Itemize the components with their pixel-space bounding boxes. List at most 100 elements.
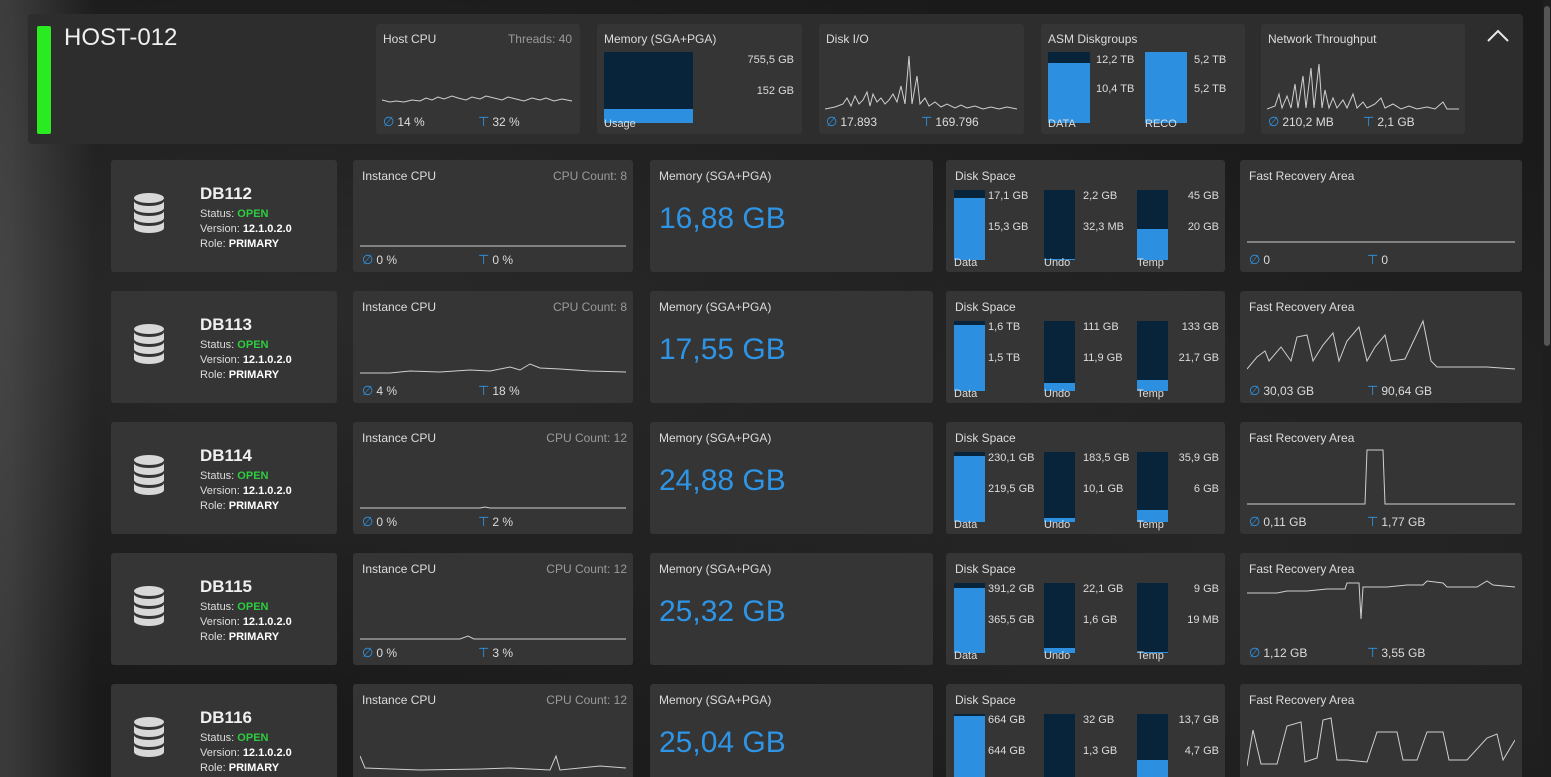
db-role: Role: PRIMARY xyxy=(200,238,280,250)
disk-undo-bar xyxy=(1044,190,1075,260)
db-memory-card[interactable]: Memory (SGA+PGA) 24,88 GB xyxy=(650,422,933,534)
disk-space-card[interactable]: Disk Space 17,1 GB 15,3 GB Data 2,2 GB 3… xyxy=(946,160,1225,272)
instance-cpu-card[interactable]: Instance CPU CPU Count: 8 ∅ 4 % ⊤ 18 % xyxy=(353,291,633,403)
asm-reco-total: 5,2 TB xyxy=(1194,54,1227,66)
card-title: Fast Recovery Area xyxy=(1249,693,1355,707)
cpu-count: CPU Count: 12 xyxy=(546,562,627,576)
fast-recovery-area-card[interactable]: Fast Recovery Area ∅ 0 ⊤ 0 xyxy=(1240,160,1522,272)
card-title: Fast Recovery Area xyxy=(1249,169,1355,183)
db-info-card[interactable]: DB116 Status: OPEN Version: 12.1.0.2.0 R… xyxy=(111,684,337,777)
disk-temp-used: 21,7 GB xyxy=(1178,352,1219,364)
disk-data-used: 365,5 GB xyxy=(988,614,1035,626)
db-info-card[interactable]: DB112 Status: OPEN Version: 12.1.0.2.0 R… xyxy=(111,160,337,272)
max-icon: ⊤ xyxy=(478,645,490,660)
disk-space-card[interactable]: Disk Space 391,2 GB 365,5 GB Data 22,1 G… xyxy=(946,553,1225,665)
disk-space-card[interactable]: Disk Space 230,1 GB 219,5 GB Data 183,5 … xyxy=(946,422,1225,534)
collapse-button[interactable] xyxy=(1483,24,1513,48)
fra-sparkline xyxy=(1247,449,1515,505)
fra-sparkline xyxy=(1247,580,1515,620)
asm-reco-bar-fill xyxy=(1145,52,1187,123)
db-memory-card[interactable]: Memory (SGA+PGA) 25,32 GB xyxy=(650,553,933,665)
disk-undo-label: Undo xyxy=(1044,519,1071,531)
disk-temp-total: 45 GB xyxy=(1187,190,1219,202)
fast-recovery-area-card[interactable]: Fast Recovery Area ∅ 1,12 GB ⊤ 3,55 GB xyxy=(1240,553,1522,665)
host-memory-bar xyxy=(604,52,693,123)
disk-io-avg: ∅ 17.893 xyxy=(826,114,878,129)
average-icon: ∅ xyxy=(362,645,374,660)
instance-cpu-card[interactable]: Instance CPU CPU Count: 8 ∅ 0 % ⊤ 0 % xyxy=(353,160,633,272)
disk-data-total: 664 GB xyxy=(988,714,1026,726)
asm-data-used: 10,4 TB xyxy=(1096,83,1135,95)
fra-sparkline xyxy=(1247,717,1515,767)
db-info-card[interactable]: DB115 Status: OPEN Version: 12.1.0.2.0 R… xyxy=(111,553,337,665)
asm-data-total: 12,2 TB xyxy=(1096,54,1135,66)
host-memory-card[interactable]: Memory (SGA+PGA) 755,5 GB 152 GB Usage xyxy=(597,24,802,134)
disk-temp-used: 19 MB xyxy=(1187,614,1219,626)
memory-value: 24,88 GB xyxy=(659,464,786,497)
db-info-card[interactable]: DB114 Status: OPEN Version: 12.1.0.2.0 R… xyxy=(111,422,337,534)
network-throughput-card[interactable]: Network Throughput ∅ 210,2 MB ⊤ 2,1 GB xyxy=(1261,24,1465,134)
host-disk-io-card[interactable]: Disk I/O ∅ 17.893 ⊤ 169.796 xyxy=(819,24,1024,134)
fast-recovery-area-card[interactable]: Fast Recovery Area ∅ ⊤ xyxy=(1240,684,1522,777)
disk-temp-bar xyxy=(1137,714,1168,777)
db-role: Role: PRIMARY xyxy=(200,762,280,774)
disk-temp-total: 9 GB xyxy=(1193,583,1219,595)
max-icon: ⊤ xyxy=(1367,252,1379,267)
scrollbar-thumb[interactable] xyxy=(1544,6,1550,346)
db-memory-card[interactable]: Memory (SGA+PGA) 17,55 GB xyxy=(650,291,933,403)
disk-temp-label: Temp xyxy=(1137,519,1164,531)
max-icon: ⊤ xyxy=(1363,114,1375,129)
fast-recovery-area-card[interactable]: Fast Recovery Area ∅ 0,11 GB ⊤ 1,77 GB xyxy=(1240,422,1522,534)
card-title: Memory (SGA+PGA) xyxy=(659,300,772,314)
disk-data-used: 1,5 TB xyxy=(988,352,1021,364)
disk-temp-bar xyxy=(1137,452,1168,522)
card-title: Fast Recovery Area xyxy=(1249,562,1355,576)
disk-undo-bar xyxy=(1044,452,1075,522)
card-title: Memory (SGA+PGA) xyxy=(659,169,772,183)
disk-data-bar xyxy=(954,452,985,522)
db-version: Version: 12.1.0.2.0 xyxy=(200,223,292,235)
db-name: DB116 xyxy=(200,708,252,727)
db-info-card[interactable]: DB113 Status: OPEN Version: 12.1.0.2.0 R… xyxy=(111,291,337,403)
host-panel: HOST-012 Host CPU Threads: 40 ∅ 14 % ⊤ 32 … xyxy=(28,14,1523,144)
average-icon: ∅ xyxy=(362,383,374,398)
disk-space-card[interactable]: Disk Space 1,6 TB 1,5 TB Data 111 GB 11,… xyxy=(946,291,1225,403)
max-icon: ⊤ xyxy=(478,514,490,529)
host-cpu-card[interactable]: Host CPU Threads: 40 ∅ 14 % ⊤ 32 % xyxy=(376,24,580,134)
asm-data-bar xyxy=(1048,52,1090,123)
fra-max: ⊤ 90,64 GB xyxy=(1367,383,1433,398)
host-status-indicator xyxy=(37,26,51,134)
db-memory-card[interactable]: Memory (SGA+PGA) 16,88 GB xyxy=(650,160,933,272)
fra-avg: ∅ 0 xyxy=(1249,252,1271,267)
fast-recovery-area-card[interactable]: Fast Recovery Area ∅ 30,03 GB ⊤ 90,64 GB xyxy=(1240,291,1522,403)
instance-cpu-card[interactable]: Instance CPU CPU Count: 12 ∅ 0 % ⊤ 2 % xyxy=(353,422,633,534)
instance-cpu-card[interactable]: Instance CPU CPU Count: 12 ∅ ⊤ xyxy=(353,684,633,777)
db-version: Version: 12.1.0.2.0 xyxy=(200,354,292,366)
instance-cpu-card[interactable]: Instance CPU CPU Count: 12 ∅ 0 % ⊤ 3 % xyxy=(353,553,633,665)
disk-io-max: ⊤ 169.796 xyxy=(921,114,979,129)
host-cpu-sparkline xyxy=(382,95,573,103)
max-icon: ⊤ xyxy=(478,114,490,129)
disk-data-bar xyxy=(954,190,985,260)
db-role: Role: PRIMARY xyxy=(200,369,280,381)
db-memory-card[interactable]: Memory (SGA+PGA) 25,04 GB xyxy=(650,684,933,777)
fra-avg: ∅ 1,12 GB xyxy=(1249,645,1308,660)
card-title: Disk Space xyxy=(955,169,1016,183)
fra-max: ⊤ 3,55 GB xyxy=(1367,645,1426,660)
max-icon: ⊤ xyxy=(1367,383,1379,398)
asm-diskgroups-card[interactable]: ASM Diskgroups 12,2 TB 10,4 TB DATA 5,2 … xyxy=(1041,24,1245,134)
disk-space-card[interactable]: Disk Space 664 GB 644 GB Data 32 GB 1,3 … xyxy=(946,684,1225,777)
card-title: Instance CPU xyxy=(362,431,437,445)
average-icon: ∅ xyxy=(1249,645,1261,660)
cpu-max: ⊤ 3 % xyxy=(478,645,514,660)
cpu-avg: ∅ 0 % xyxy=(362,645,398,660)
max-icon: ⊤ xyxy=(1367,645,1379,660)
cpu-count: CPU Count: 8 xyxy=(552,169,627,183)
card-title: Instance CPU xyxy=(362,562,437,576)
scrollbar[interactable] xyxy=(1543,0,1551,777)
disk-temp-label: Temp xyxy=(1137,257,1164,269)
disk-undo-used: 32,3 MB xyxy=(1083,221,1124,233)
card-title: Memory (SGA+PGA) xyxy=(604,32,717,46)
disk-data-bar xyxy=(954,583,985,653)
average-icon: ∅ xyxy=(383,114,395,129)
